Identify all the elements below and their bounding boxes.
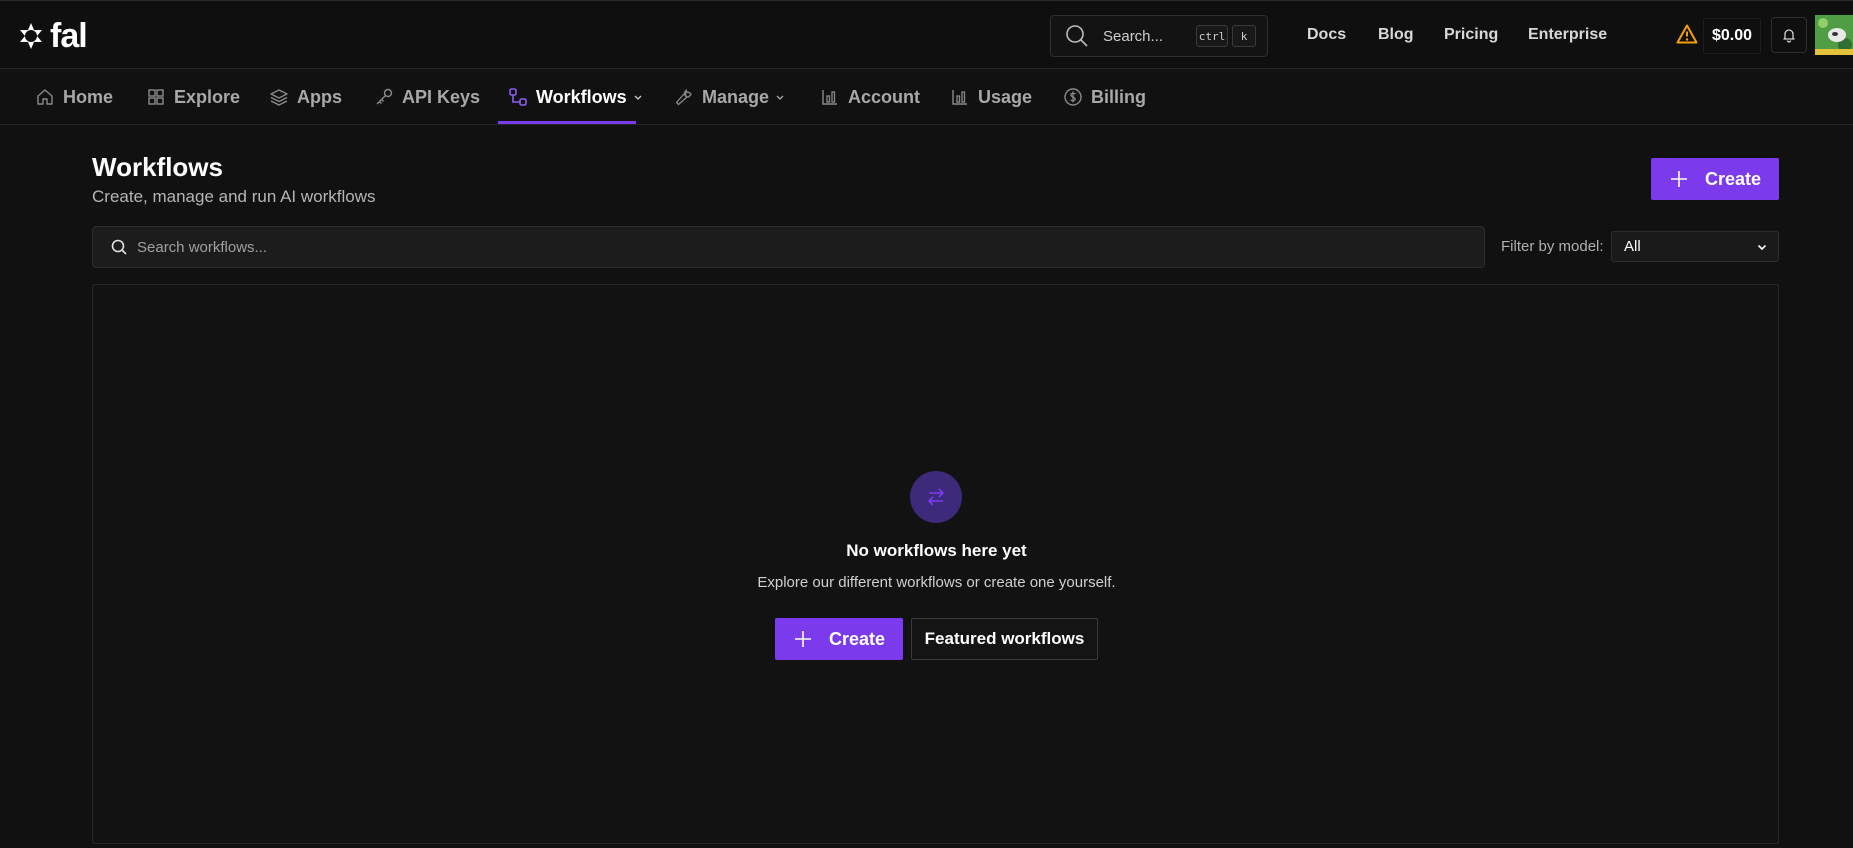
nav-item-account[interactable]: Account [820,69,920,125]
nav-item-api-keys[interactable]: API Keys [374,69,480,125]
search-label: Search... [1103,27,1164,45]
bar-chart-icon [952,90,967,105]
nav-item-explore[interactable]: Explore [146,69,240,125]
featured-workflows-label: Featured workflows [924,629,1085,648]
pricing-link[interactable]: Pricing [1444,26,1498,44]
grid-icon [148,89,164,105]
workflows-panel: No workflows here yet Explore our differ… [92,284,1779,844]
filter-by-model-select[interactable]: All [1611,231,1779,262]
chevron-down-icon [776,95,784,100]
workflow-search-input[interactable] [137,238,1484,256]
balance-display[interactable]: $0.00 [1703,18,1761,54]
nav-item-usage[interactable]: Usage [950,69,1032,125]
global-search[interactable]: Search... ctrl k [1050,15,1268,57]
nav-label-manage: Manage [702,86,770,107]
nav-label-api-keys: API Keys [402,86,481,107]
nav-label-home: Home [63,86,114,107]
empty-create-button[interactable]: Create [775,618,903,660]
filter-label: Filter by model: [1501,238,1604,255]
bar-chart-icon [822,90,837,105]
logo-text: fal [50,17,88,55]
empty-state-text: Explore our different workflows or creat… [757,574,1116,591]
blog-link[interactable]: Blog [1378,26,1414,44]
bell-icon [1783,29,1795,43]
search-icon [111,239,127,255]
avatar[interactable] [1815,15,1853,55]
nav-item-manage[interactable]: Manage [674,69,785,125]
workflow-search[interactable] [92,226,1485,268]
empty-state-icon-badge [910,471,962,523]
plus-icon [1670,171,1687,187]
create-workflow-button[interactable]: Create [1651,158,1779,200]
warning-triangle-icon[interactable] [1676,24,1698,44]
nav-label-usage: Usage [978,86,1033,107]
page-title: Workflows [92,152,223,182]
chevron-down-icon [1757,244,1767,250]
avatar-image [1815,15,1853,55]
filter-select-value: All [1624,238,1641,255]
shortcut-ctrl-key: ctrl [1196,25,1228,47]
key-icon [376,88,393,105]
nav-item-billing[interactable]: Billing [1063,69,1146,125]
empty-state-title: No workflows here yet [846,541,1027,560]
workflow-icon [509,88,527,106]
nav-item-home[interactable]: Home [35,69,113,125]
empty-create-label: Create [828,628,886,649]
nav-label-account: Account [848,86,920,107]
nav-label-explore: Explore [174,86,241,107]
shortcut-k-key: k [1232,25,1256,47]
active-tab-indicator [498,121,636,124]
enterprise-link[interactable]: Enterprise [1528,26,1607,44]
chevron-down-icon [634,95,642,100]
nav-item-workflows[interactable]: Workflows [508,69,643,125]
swap-arrows-icon [928,488,944,506]
top-bar: fal Search... ctrl k Docs Blog Pricing E… [0,0,1853,69]
wrench-icon [675,89,692,106]
fal-logo-icon [20,23,42,49]
layers-icon [270,89,288,106]
notifications-button[interactable] [1771,17,1807,53]
search-icon [1066,25,1088,47]
nav-label-billing: Billing [1091,86,1146,107]
plus-icon [794,631,811,647]
create-label: Create [1704,168,1762,189]
nav-label-apps: Apps [297,86,342,107]
main-nav: Home Explore Apps API Keys Workflows Man… [0,69,1853,125]
nav-item-apps[interactable]: Apps [269,69,342,125]
page-subtitle: Create, manage and run AI workflows [92,187,376,206]
dollar-circle-icon [1064,88,1082,106]
docs-link[interactable]: Docs [1307,26,1346,44]
fal-logo[interactable]: fal [16,17,88,55]
home-icon [37,89,53,105]
nav-label-workflows: Workflows [536,86,627,107]
featured-workflows-button[interactable]: Featured workflows [911,618,1098,660]
